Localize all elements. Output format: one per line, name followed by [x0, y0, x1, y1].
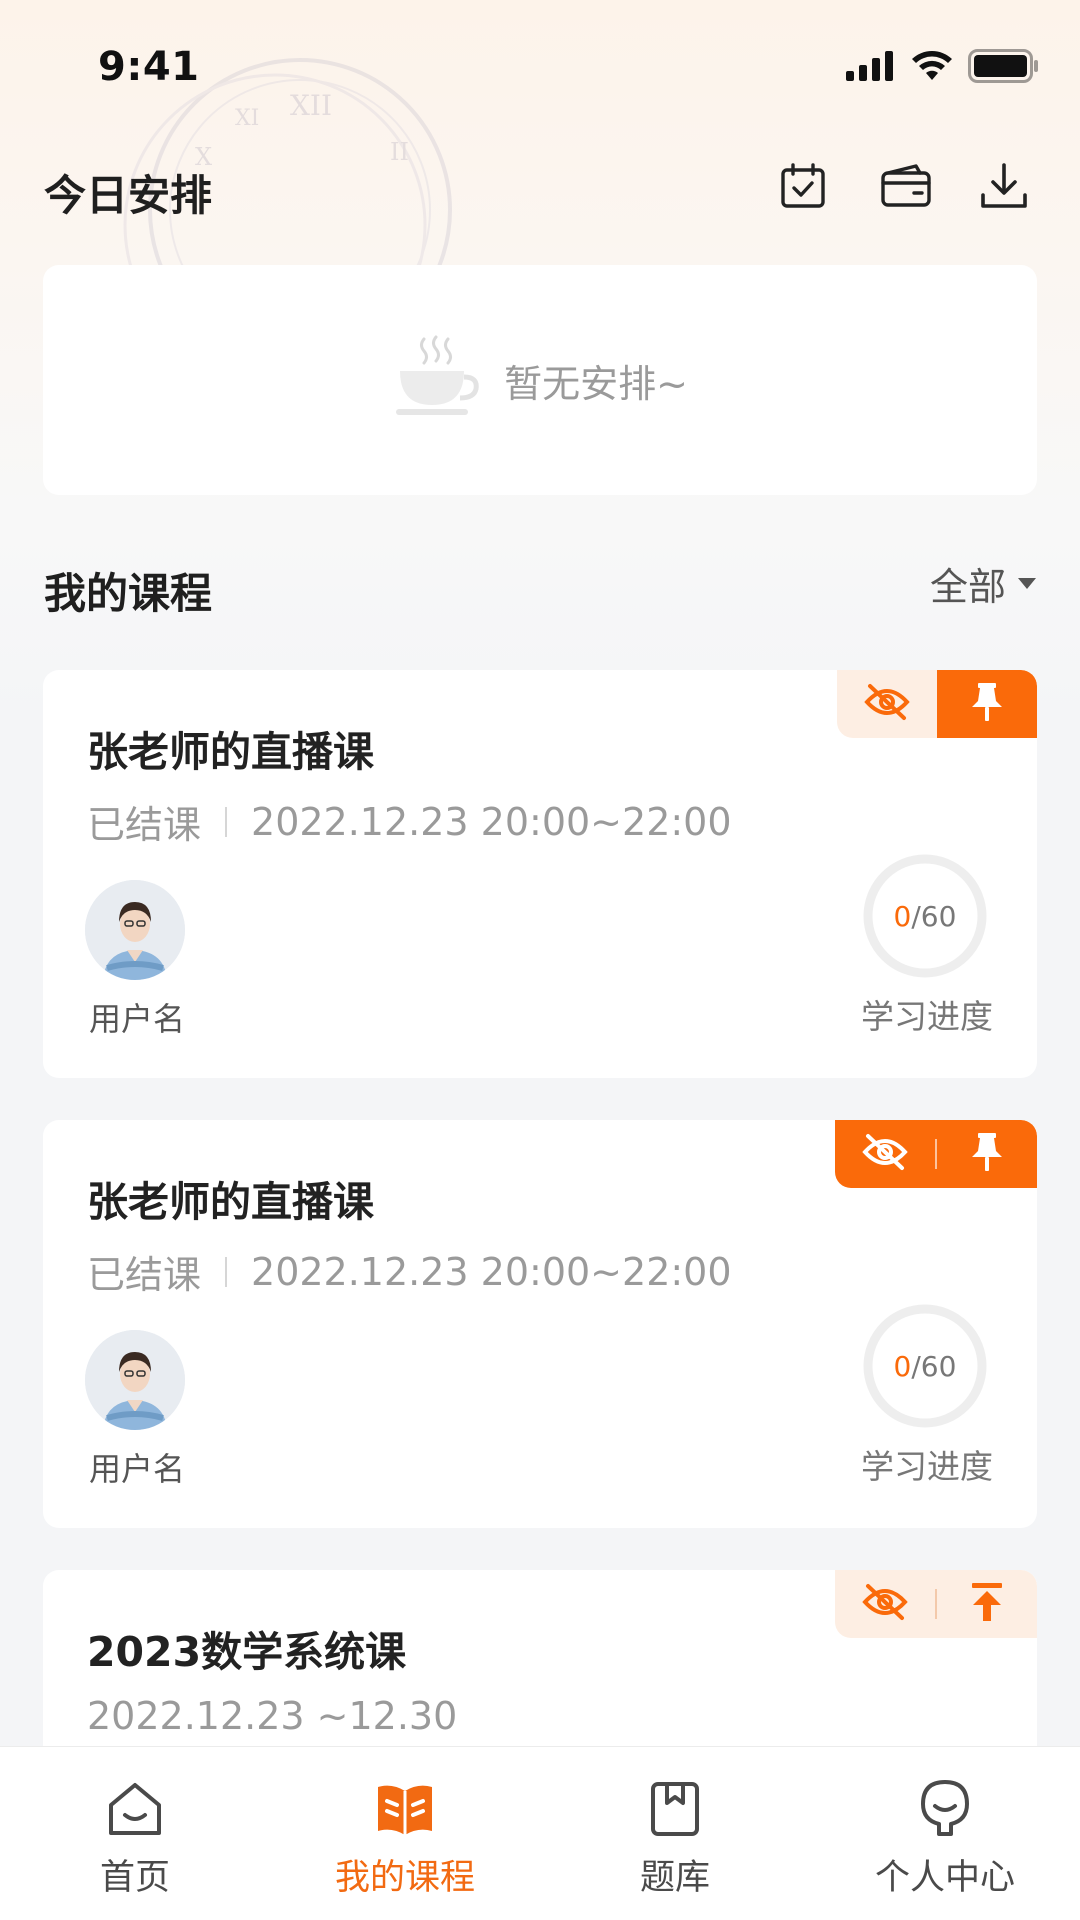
- eye-off-icon: [862, 1132, 908, 1176]
- bottom-nav: 首页 我的课程 题库 个人中心: [0, 1746, 1080, 1920]
- course-status: 已结课: [87, 803, 202, 847]
- progress-label: 学习进度: [861, 997, 993, 1036]
- question-bank-icon: [643, 1777, 707, 1841]
- course-title: 张老师的直播课: [87, 728, 374, 776]
- nav-item-user-center[interactable]: 个人中心: [810, 1747, 1080, 1920]
- home-icon: [103, 1777, 167, 1841]
- course-time: 2022.12.23 ~12.30: [87, 1694, 458, 1738]
- teacher-name: 用户名: [89, 1450, 186, 1488]
- filter-dropdown[interactable]: 全部: [930, 556, 1036, 611]
- card-actions: [837, 670, 1037, 738]
- course-title: 2023数学系统课: [87, 1628, 407, 1676]
- hide-button[interactable]: [835, 1570, 935, 1638]
- eye-off-icon: [864, 682, 910, 726]
- eye-off-icon: [862, 1582, 908, 1626]
- header: 今日安排: [0, 150, 1080, 230]
- nav-label: 我的课程: [334, 1858, 475, 1898]
- empty-text: 暂无安排~: [504, 361, 688, 406]
- progress-total: /60: [911, 1349, 957, 1383]
- hide-button[interactable]: [835, 1120, 935, 1188]
- status-bar: 9:41: [0, 0, 1080, 130]
- hide-button[interactable]: [837, 670, 937, 738]
- nav-label: 个人中心: [874, 1858, 1015, 1898]
- course-time: 2022.12.23 20:00~22:00: [251, 799, 732, 844]
- card-actions: [835, 1120, 1037, 1188]
- nav-label: 题库: [639, 1858, 710, 1898]
- pin-icon: [969, 681, 1005, 727]
- wifi-icon: [910, 50, 954, 86]
- nav-label: 首页: [99, 1858, 170, 1898]
- progress-label: 学习进度: [861, 1447, 993, 1486]
- filter-label: 全部: [929, 565, 1006, 609]
- download-icon: [979, 161, 1029, 215]
- progress-ring: 0/60: [861, 1302, 989, 1430]
- wallet-button[interactable]: [874, 156, 938, 220]
- progress-current: 0: [893, 1349, 912, 1383]
- course-card[interactable]: 张老师的直播课 已结课 2022.12.23 20:00~22:00 用户名 0…: [43, 1120, 1037, 1528]
- course-meta: 2022.12.23 ~12.30: [87, 1694, 457, 1738]
- nav-item-home[interactable]: 首页: [0, 1747, 270, 1920]
- signal-icon: [846, 51, 896, 85]
- caret-down-icon: [1018, 578, 1036, 589]
- course-card[interactable]: 张老师的直播课 已结课 2022.12.23 20:00~22:00 用户名 0…: [43, 670, 1037, 1078]
- progress-current: 0: [893, 899, 912, 933]
- course-title: 张老师的直播课: [87, 1178, 374, 1226]
- coffee-cup-icon: [392, 335, 482, 425]
- meta-divider: [225, 806, 228, 837]
- open-book-icon: [373, 1777, 437, 1841]
- wallet-icon: [880, 163, 932, 213]
- course-status: 已结课: [87, 1253, 202, 1297]
- calendar-check-icon: [778, 161, 828, 215]
- schedule-card: 暂无安排~: [43, 265, 1037, 495]
- course-meta: 已结课 2022.12.23 20:00~22:00: [87, 794, 732, 849]
- progress-ring: 0/60: [861, 852, 989, 980]
- download-button[interactable]: [972, 156, 1036, 220]
- pin-button[interactable]: [937, 670, 1037, 738]
- battery-icon: [968, 49, 1040, 87]
- card-actions: [835, 1570, 1037, 1638]
- move-to-top-button[interactable]: [937, 1570, 1037, 1638]
- progress-value: 0/60: [861, 1302, 989, 1430]
- pin-button[interactable]: [937, 1120, 1037, 1188]
- course-time: 2022.12.23 20:00~22:00: [251, 1249, 732, 1294]
- page-title: 今日安排: [44, 171, 213, 220]
- nav-item-my-courses[interactable]: 我的课程: [270, 1747, 540, 1920]
- progress-total: /60: [911, 899, 957, 933]
- nav-item-question-bank[interactable]: 题库: [540, 1747, 810, 1920]
- app-screen: XII II X XI 9:41 今日安排 暂无安排~ 我的课程 全部 张老师的…: [0, 0, 1080, 1920]
- pin-icon: [969, 1131, 1005, 1177]
- meta-divider: [225, 1256, 228, 1287]
- empty-state: 暂无安排~: [43, 265, 1037, 495]
- course-meta: 已结课 2022.12.23 20:00~22:00: [87, 1244, 732, 1299]
- status-icons: [846, 48, 1040, 88]
- avatar: [85, 1330, 185, 1430]
- calendar-button[interactable]: [771, 156, 835, 220]
- section-title: 我的课程: [44, 569, 213, 618]
- status-time: 9:41: [98, 44, 200, 90]
- teacher-name: 用户名: [89, 1000, 186, 1038]
- progress-value: 0/60: [861, 852, 989, 980]
- avatar: [85, 880, 185, 980]
- move-to-top-icon: [969, 1581, 1005, 1627]
- user-center-icon: [913, 1777, 977, 1841]
